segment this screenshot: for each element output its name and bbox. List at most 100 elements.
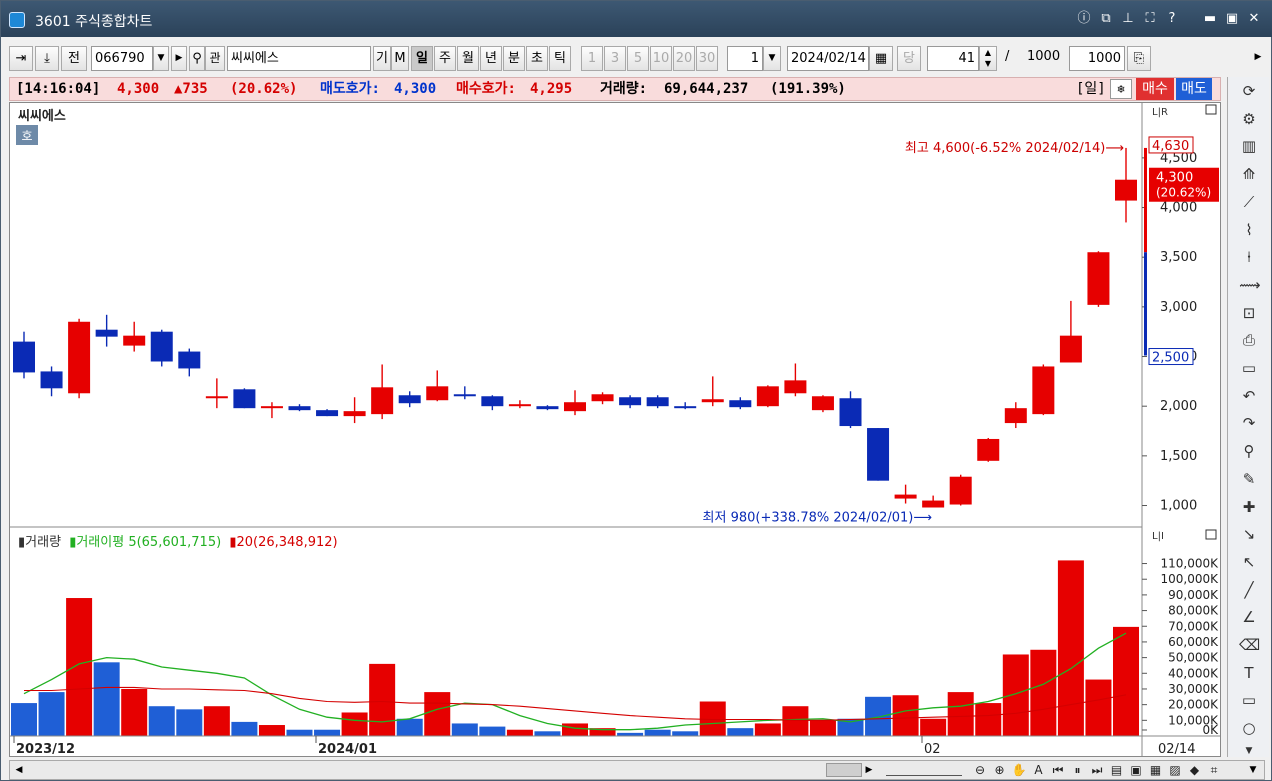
link-icon[interactable]: ⇥ bbox=[9, 46, 33, 71]
interval-dropdown-icon[interactable]: ▼ bbox=[763, 46, 781, 71]
font-icon[interactable]: A bbox=[1031, 763, 1047, 779]
maximize-icon[interactable]: ⛶ bbox=[1141, 10, 1159, 28]
zoom-in-icon[interactable]: ⊕ bbox=[992, 763, 1008, 779]
first-icon[interactable]: ⏮ bbox=[1050, 763, 1066, 779]
hand-icon[interactable]: ✋ bbox=[1011, 763, 1027, 779]
tools-scroll-icon[interactable]: ▼ bbox=[1239, 741, 1259, 761]
save-icon[interactable]: ▣ bbox=[1128, 763, 1144, 779]
zoom-slider[interactable] bbox=[886, 764, 962, 776]
settings-gear-icon[interactable]: ❄ bbox=[1110, 79, 1132, 99]
interval-tab-1[interactable]: 3 bbox=[604, 46, 626, 71]
high-annotation: 최고 4,600(-6.52% 2024/02/14)⟶ bbox=[905, 141, 1124, 156]
download-chart-icon[interactable]: ⊡ bbox=[1239, 303, 1259, 323]
toolbar-scroll-right-icon[interactable]: ▶ bbox=[1251, 46, 1265, 71]
zoom-icon[interactable]: ⚲ bbox=[1239, 441, 1259, 461]
restore-icon[interactable]: ▣ bbox=[1223, 10, 1241, 28]
cursor-icon[interactable]: ↖ bbox=[1239, 552, 1259, 572]
pause-icon[interactable]: ⏸ bbox=[1070, 763, 1086, 779]
interval-tab-5[interactable]: 30 bbox=[696, 46, 718, 71]
undo-icon[interactable]: ↶ bbox=[1239, 386, 1259, 406]
redo-icon[interactable]: ↷ bbox=[1239, 413, 1259, 433]
period-tab-3[interactable]: 년 bbox=[480, 46, 502, 71]
stock-name-field[interactable]: 씨씨에스 bbox=[227, 46, 371, 71]
search-icon[interactable]: ⚲ bbox=[189, 46, 205, 71]
calendar-icon[interactable]: ▦ bbox=[869, 46, 893, 71]
prev-button[interactable]: 전 bbox=[61, 46, 87, 71]
interval-tab-3[interactable]: 10 bbox=[650, 46, 672, 71]
crosshair-icon[interactable]: ✚ bbox=[1239, 497, 1259, 517]
volume-tick-label-8: 30,000K bbox=[1168, 682, 1219, 696]
window-split-icon[interactable]: ⧉ bbox=[1097, 10, 1115, 28]
candle-chart-icon[interactable]: ⟰ bbox=[1239, 164, 1259, 184]
stock-code-input[interactable]: 066790 bbox=[91, 46, 153, 71]
auto-icon[interactable]: ⟋ bbox=[1239, 192, 1259, 212]
scroll-down-icon[interactable]: ▼ bbox=[1246, 763, 1260, 777]
today-button[interactable]: 당 bbox=[897, 46, 921, 71]
gi-button[interactable]: 기 bbox=[373, 46, 391, 71]
line-chart-icon[interactable]: ⌇ bbox=[1239, 220, 1259, 240]
period-tab-4[interactable]: 분 bbox=[503, 46, 525, 71]
pin-icon[interactable]: ⊥ bbox=[1119, 10, 1137, 28]
scroll-left-icon[interactable]: ◀ bbox=[12, 763, 26, 777]
export-icon[interactable]: ⎘ bbox=[1127, 46, 1151, 71]
bar-chart-icon[interactable]: ▥ bbox=[1239, 136, 1259, 156]
chart-area[interactable]: 씨씨에스 호 최고 4,600(-6.52% 2024/02/14)⟶ 최저 9… bbox=[9, 102, 1221, 757]
candle-body-17 bbox=[481, 396, 504, 407]
trend-icon[interactable]: ⟿ bbox=[1239, 275, 1261, 295]
interval-input[interactable]: 1 bbox=[727, 46, 763, 71]
scroll-right-icon[interactable]: ▶ bbox=[862, 763, 876, 777]
period-tab-0[interactable]: 일 bbox=[411, 46, 433, 71]
x-tick-label-1: 2024/01 bbox=[318, 742, 377, 756]
m-button[interactable]: M bbox=[391, 46, 409, 71]
rectangle-tool-icon[interactable]: ▭ bbox=[1239, 690, 1259, 710]
print-icon[interactable]: ⎙ bbox=[1239, 330, 1259, 350]
window-icon[interactable]: ▭ bbox=[1239, 358, 1259, 378]
period-tab-1[interactable]: 주 bbox=[434, 46, 456, 71]
interval-tab-0[interactable]: 1 bbox=[581, 46, 603, 71]
code-next-icon[interactable]: ▶ bbox=[171, 46, 187, 71]
x-tick-label-2: 02 bbox=[924, 742, 941, 756]
bottom-scrollbar[interactable]: ◀ ▶ ⊖ ⊕ ✋ A ⏮ ⏸ ⏭ ▤ ▣ ▦ ▨ ◆ ⌗ ▼ bbox=[9, 760, 1265, 780]
volume-bar-8 bbox=[231, 721, 258, 736]
refresh-icon[interactable]: ⟳ bbox=[1239, 81, 1259, 101]
arrow-down-right-icon[interactable]: ↘ bbox=[1239, 524, 1259, 544]
color-icon[interactable]: ◆ bbox=[1187, 763, 1203, 779]
pen-icon[interactable]: ✎ bbox=[1239, 469, 1259, 489]
line-draw-icon[interactable]: ╱ bbox=[1239, 580, 1259, 600]
title-bar[interactable]: 3601 주식종합차트 ⓘ ⧉ ⊥ ⛶ ? ▬ ▣ ✕ bbox=[1, 1, 1272, 37]
volume-panel-max-icon bbox=[1205, 529, 1217, 540]
last-icon[interactable]: ⏭ bbox=[1089, 763, 1105, 779]
minimize-icon[interactable]: ▬ bbox=[1201, 10, 1219, 28]
image-icon[interactable]: ▨ bbox=[1167, 763, 1183, 779]
count-input[interactable]: 41 bbox=[927, 46, 979, 71]
excel-icon[interactable]: ▤ bbox=[1109, 763, 1125, 779]
eraser-icon[interactable]: ⌫ bbox=[1239, 635, 1260, 655]
count-spinner-icon[interactable]: ▲ ▼ bbox=[979, 46, 997, 71]
view-count-input[interactable]: 1000 bbox=[1069, 46, 1125, 71]
circle-tool-icon[interactable]: ○ bbox=[1239, 718, 1259, 738]
screenshot-icon[interactable]: ⌗ bbox=[1206, 763, 1222, 779]
help-icon[interactable]: ? bbox=[1163, 10, 1181, 28]
gear-icon[interactable]: ⚙ bbox=[1239, 109, 1259, 129]
date-input[interactable]: 2024/02/14 bbox=[787, 46, 869, 71]
period-tab-2[interactable]: 월 bbox=[457, 46, 479, 71]
scroll-thumb[interactable] bbox=[826, 763, 862, 777]
interval-tab-4[interactable]: 20 bbox=[673, 46, 695, 71]
candlestick-icon[interactable]: ⍿ bbox=[1239, 247, 1259, 267]
volume-bar-17 bbox=[479, 726, 506, 736]
interval-tab-2[interactable]: 5 bbox=[627, 46, 649, 71]
text-tool-icon[interactable]: T bbox=[1239, 663, 1259, 683]
period-tab-5[interactable]: 초 bbox=[526, 46, 548, 71]
chart-svg[interactable]: 씨씨에스 호 최고 4,600(-6.52% 2024/02/14)⟶ 최저 9… bbox=[10, 103, 1220, 757]
close-icon[interactable]: ✕ bbox=[1245, 10, 1263, 28]
period-tab-6[interactable]: 틱 bbox=[549, 46, 571, 71]
zoom-out-icon[interactable]: ⊖ bbox=[972, 763, 988, 779]
download-icon[interactable]: ⤓ bbox=[35, 46, 59, 71]
related-button[interactable]: 관 bbox=[205, 46, 225, 71]
angle-icon[interactable]: ∠ bbox=[1239, 607, 1259, 627]
sell-button[interactable]: 매도 bbox=[1176, 78, 1212, 100]
grid-icon[interactable]: ▦ bbox=[1148, 763, 1164, 779]
code-dropdown-icon[interactable]: ▼ bbox=[153, 46, 169, 71]
buy-button[interactable]: 매수 bbox=[1136, 78, 1174, 100]
info-icon[interactable]: ⓘ bbox=[1075, 10, 1093, 28]
